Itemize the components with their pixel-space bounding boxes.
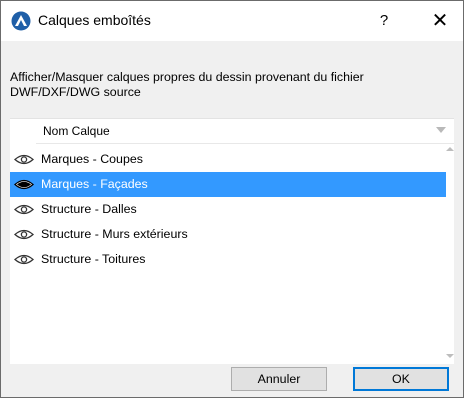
column-header-name[interactable]: Nom Calque (36, 119, 454, 144)
list-item[interactable]: Marques - Façades (10, 172, 446, 197)
dialog-window: Calques emboîtés ? ✕ Afficher/Masquer ca… (0, 0, 464, 398)
vertical-scrollbar[interactable] (446, 143, 454, 364)
list-item[interactable]: Marques - Coupes (10, 147, 446, 172)
layer-rows: Marques - Coupes Marques - Façades Struc… (10, 147, 446, 272)
help-button[interactable]: ? (369, 7, 399, 35)
list-item[interactable]: Structure - Toitures (10, 247, 446, 272)
cancel-button[interactable]: Annuler (231, 367, 327, 391)
layer-list[interactable]: Nom Calque Marques - Coupes Marques - Fa… (10, 118, 454, 364)
layer-name: Structure - Dalles (41, 202, 137, 216)
close-button[interactable]: ✕ (425, 7, 455, 35)
sort-arrow-icon (436, 127, 446, 133)
title-bar[interactable]: Calques emboîtés ? ✕ (1, 1, 463, 41)
window-title: Calques emboîtés (38, 12, 151, 28)
layer-name: Marques - Coupes (41, 152, 143, 166)
column-header-label: Nom Calque (43, 124, 110, 138)
list-item[interactable]: Structure - Dalles (10, 197, 446, 222)
eye-closed-icon[interactable] (14, 178, 34, 191)
layer-name: Structure - Murs extérieurs (41, 227, 188, 241)
eye-open-icon[interactable] (14, 253, 34, 266)
eye-open-icon[interactable] (14, 203, 34, 216)
list-item[interactable]: Structure - Murs extérieurs (10, 222, 446, 247)
archicad-logo-icon (11, 11, 31, 31)
layer-name: Structure - Toitures (41, 252, 146, 266)
layer-name: Marques - Façades (41, 177, 148, 191)
scroll-up-arrow-icon[interactable] (446, 147, 454, 151)
ok-button[interactable]: OK (353, 367, 449, 391)
scroll-down-arrow-icon[interactable] (446, 354, 454, 358)
description-text: Afficher/Masquer calques propres du dess… (10, 70, 364, 99)
eye-open-icon[interactable] (14, 153, 34, 166)
eye-open-icon[interactable] (14, 228, 34, 241)
